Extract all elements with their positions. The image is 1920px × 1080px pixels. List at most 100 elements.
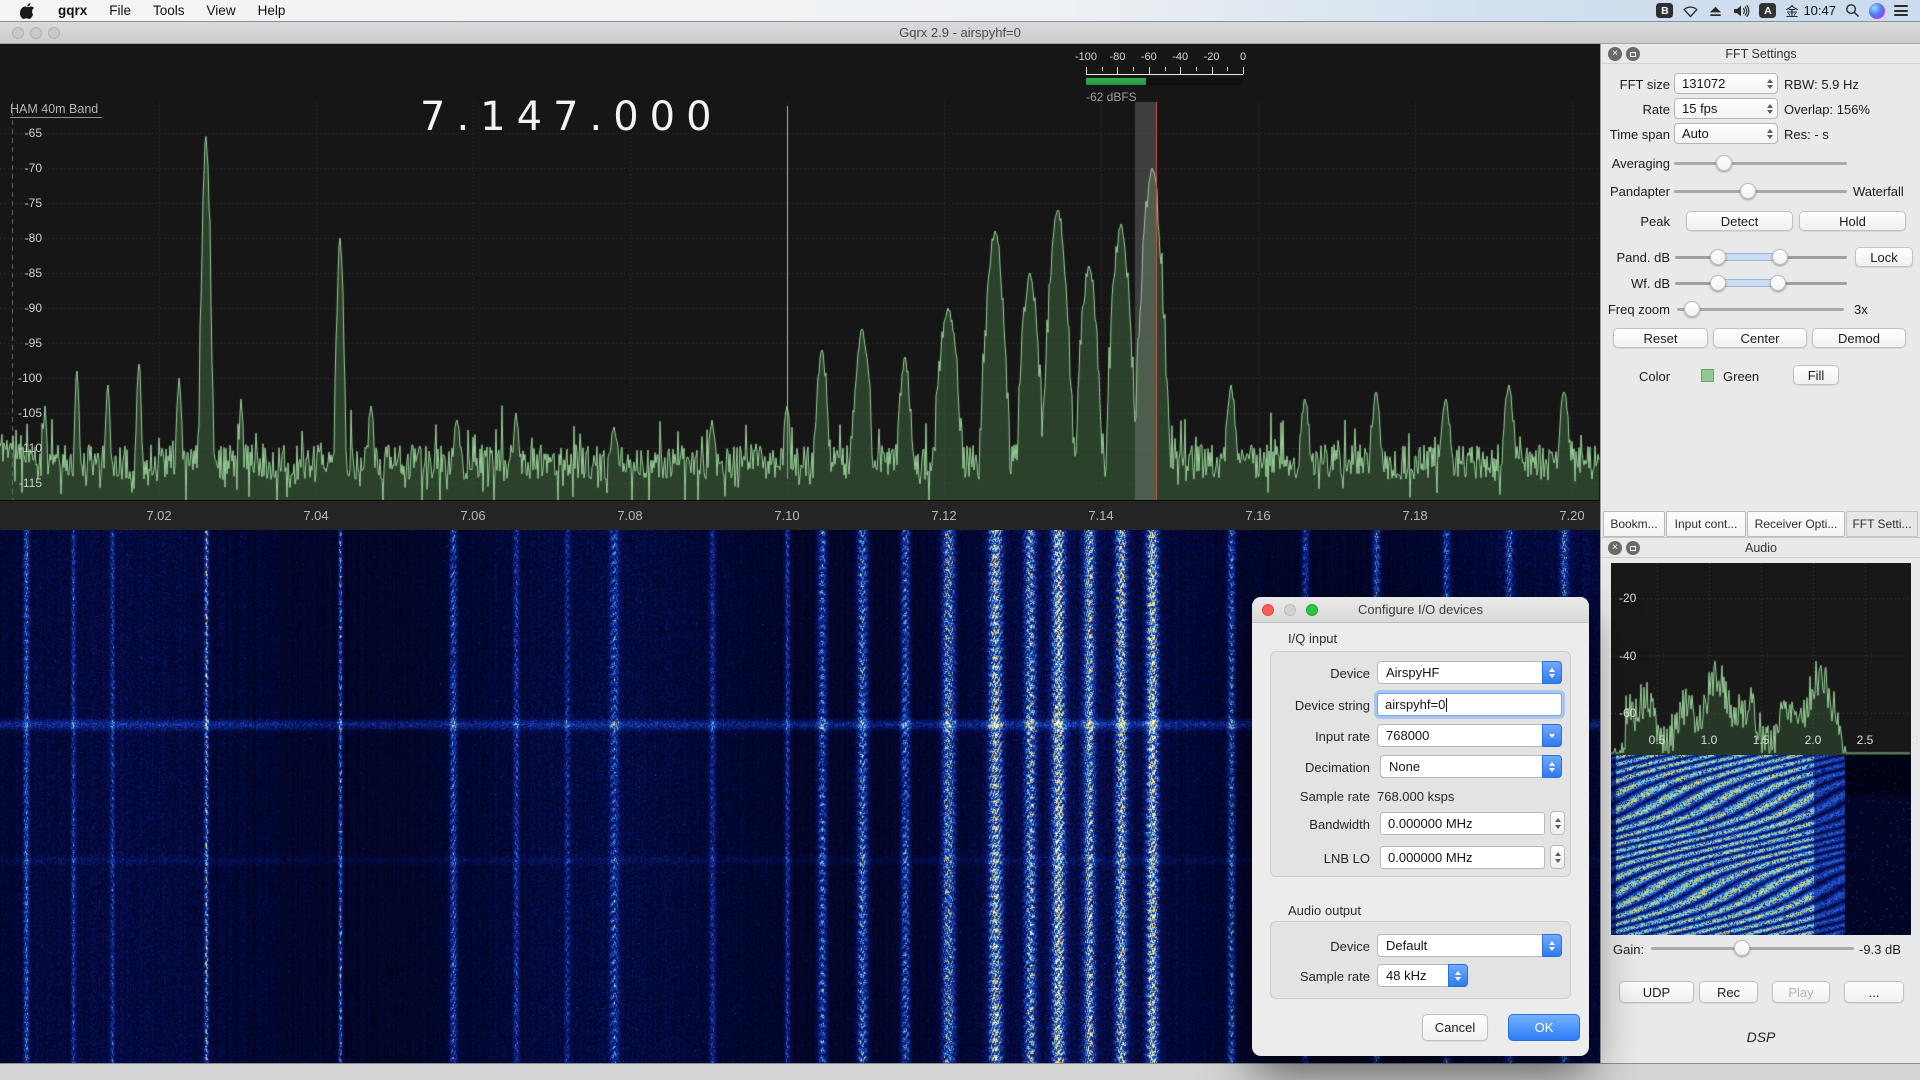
input-source-icon[interactable]: A	[1759, 3, 1776, 18]
peak-detect-button[interactable]: Detect	[1686, 211, 1793, 231]
menu-clock-day[interactable]: 金	[1785, 1, 1798, 20]
time-span-value: Auto	[1682, 126, 1709, 141]
app-status-icon[interactable]: B	[1656, 3, 1673, 18]
slider-handle[interactable]	[1710, 275, 1726, 291]
waterfall-db-range-slider[interactable]	[1675, 275, 1847, 291]
output-device-combo[interactable]: Default	[1377, 934, 1562, 957]
freq-tick-label: 7.20	[1559, 508, 1584, 523]
gain-value: -9.3 dB	[1859, 942, 1901, 957]
audio-output-group-label: Audio output	[1288, 903, 1361, 918]
volume-icon[interactable]	[1732, 4, 1750, 18]
audio-spectrum[interactable]: -20-40-60 0.51.01.52.02.53.	[1611, 563, 1911, 755]
pandapter-spectrum[interactable]: HAM 40m Band 7.147.000 -65-70-75-80-85-9…	[0, 44, 1600, 500]
pandapter-db-range-slider[interactable]	[1675, 249, 1847, 265]
time-span-combo[interactable]: Auto	[1674, 123, 1778, 144]
lnb-lo-input[interactable]: 0.000000 MHz	[1380, 846, 1545, 869]
peak-label: Peak	[1601, 214, 1670, 229]
freq-tick-label: 7.18	[1402, 508, 1427, 523]
slider-handle[interactable]	[1740, 183, 1756, 199]
bandwidth-stepper-icon[interactable]	[1550, 811, 1565, 835]
audio-output-group	[1270, 921, 1571, 999]
audio-waterfall[interactable]	[1611, 755, 1911, 935]
color-swatch[interactable]	[1701, 369, 1714, 382]
udp-button[interactable]: UDP	[1619, 981, 1694, 1003]
menu-view[interactable]: View	[196, 0, 247, 22]
device-combo[interactable]: AirspyHF	[1377, 661, 1562, 684]
fft-size-combo[interactable]: 131072	[1674, 73, 1778, 94]
audio-db-tick-label: -40	[1619, 649, 1636, 663]
stepper-icon[interactable]	[1767, 99, 1773, 118]
menu-file[interactable]: File	[98, 0, 142, 22]
bandwidth-input[interactable]: 0.000000 MHz	[1380, 812, 1545, 835]
freq-tick-label: 7.14	[1088, 508, 1113, 523]
audio-spectrum-canvas[interactable]	[1611, 563, 1911, 755]
stepper-icon[interactable]	[1542, 934, 1562, 957]
slider-handle[interactable]	[1684, 301, 1700, 317]
demod-button[interactable]: Demod	[1812, 328, 1906, 348]
freq-tick-label: 7.04	[303, 508, 328, 523]
siri-icon[interactable]	[1869, 3, 1885, 19]
reset-button[interactable]: Reset	[1613, 328, 1708, 348]
cancel-button[interactable]: Cancel	[1422, 1014, 1488, 1041]
slider-handle[interactable]	[1716, 155, 1732, 171]
menu-help[interactable]: Help	[247, 0, 297, 22]
audio-panel-header: × Audio	[1601, 538, 1920, 558]
decimation-combo[interactable]: None	[1380, 755, 1562, 778]
device-string-input[interactable]: airspyhf=0	[1377, 693, 1562, 716]
fill-button[interactable]: Fill	[1793, 365, 1839, 385]
frequency-axis[interactable]: 7.027.047.067.087.107.127.147.167.187.20	[0, 500, 1600, 530]
slider-handle[interactable]	[1734, 940, 1750, 956]
output-device-label: Device	[1270, 939, 1370, 954]
dropdown-icon[interactable]	[1542, 724, 1562, 747]
ok-button[interactable]: OK	[1508, 1014, 1580, 1041]
decimation-value: None	[1389, 759, 1420, 774]
output-rate-combo[interactable]: 48 kHz	[1377, 964, 1468, 987]
lock-button[interactable]: Lock	[1855, 247, 1913, 267]
averaging-slider[interactable]	[1674, 155, 1847, 171]
input-rate-combo[interactable]: 768000	[1377, 724, 1562, 747]
meter-tick-label: -20	[1204, 51, 1220, 63]
pandapter-split-slider[interactable]	[1674, 183, 1847, 199]
stepper-icon[interactable]	[1767, 74, 1773, 93]
db-tick-label: -100	[2, 371, 42, 385]
tab-bookmarks[interactable]: Bookm...	[1603, 511, 1665, 537]
more-options-button[interactable]: ...	[1844, 981, 1904, 1003]
frequency-readout[interactable]: 7.147.000	[420, 94, 680, 140]
lnb-lo-stepper-icon[interactable]	[1550, 845, 1565, 869]
stepper-icon[interactable]	[1542, 755, 1562, 778]
stepper-icon[interactable]	[1448, 964, 1468, 987]
slider-handle[interactable]	[1772, 249, 1788, 265]
apple-menu[interactable]	[0, 0, 47, 22]
slider-handle[interactable]	[1770, 275, 1786, 291]
stepper-icon[interactable]	[1767, 124, 1773, 143]
play-button[interactable]: Play	[1772, 981, 1830, 1003]
db-tick-label: -105	[2, 406, 42, 420]
slider-handle[interactable]	[1710, 249, 1726, 265]
wf-db-label: Wf. dB	[1601, 276, 1670, 291]
wifi-icon[interactable]	[1682, 4, 1699, 18]
eject-icon[interactable]	[1708, 4, 1723, 18]
menu-clock-time[interactable]: 10:47	[1803, 3, 1836, 18]
gain-label: Gain:	[1613, 942, 1644, 957]
db-tick-label: -85	[2, 266, 42, 280]
tab-fft-settings[interactable]: FFT Setti...	[1846, 511, 1918, 537]
menu-tools[interactable]: Tools	[142, 0, 196, 22]
fft-size-value: 131072	[1682, 76, 1725, 91]
rate-combo[interactable]: 15 fps	[1674, 98, 1778, 119]
tab-input-controls[interactable]: Input cont...	[1666, 511, 1746, 537]
center-button[interactable]: Center	[1713, 328, 1807, 348]
signal-strength-meter: -100-80-60-40-200 -62 dBFS	[1078, 51, 1254, 109]
audio-gain-slider[interactable]	[1651, 940, 1854, 956]
notification-center-icon[interactable]	[1894, 3, 1908, 19]
spotlight-search-icon[interactable]	[1845, 3, 1860, 18]
menu-app-name[interactable]: gqrx	[47, 0, 98, 22]
freq-zoom-slider[interactable]	[1677, 301, 1844, 317]
spectrum-canvas[interactable]	[0, 44, 1600, 500]
db-tick-label: -65	[2, 126, 42, 140]
stepper-icon[interactable]	[1542, 661, 1562, 684]
audio-khz-tick-label: 1.0	[1701, 733, 1718, 747]
rec-button[interactable]: Rec	[1699, 981, 1758, 1003]
peak-hold-button[interactable]: Hold	[1799, 211, 1906, 231]
meter-tick-label: -60	[1141, 51, 1157, 63]
tab-receiver-options[interactable]: Receiver Opti...	[1747, 511, 1845, 537]
